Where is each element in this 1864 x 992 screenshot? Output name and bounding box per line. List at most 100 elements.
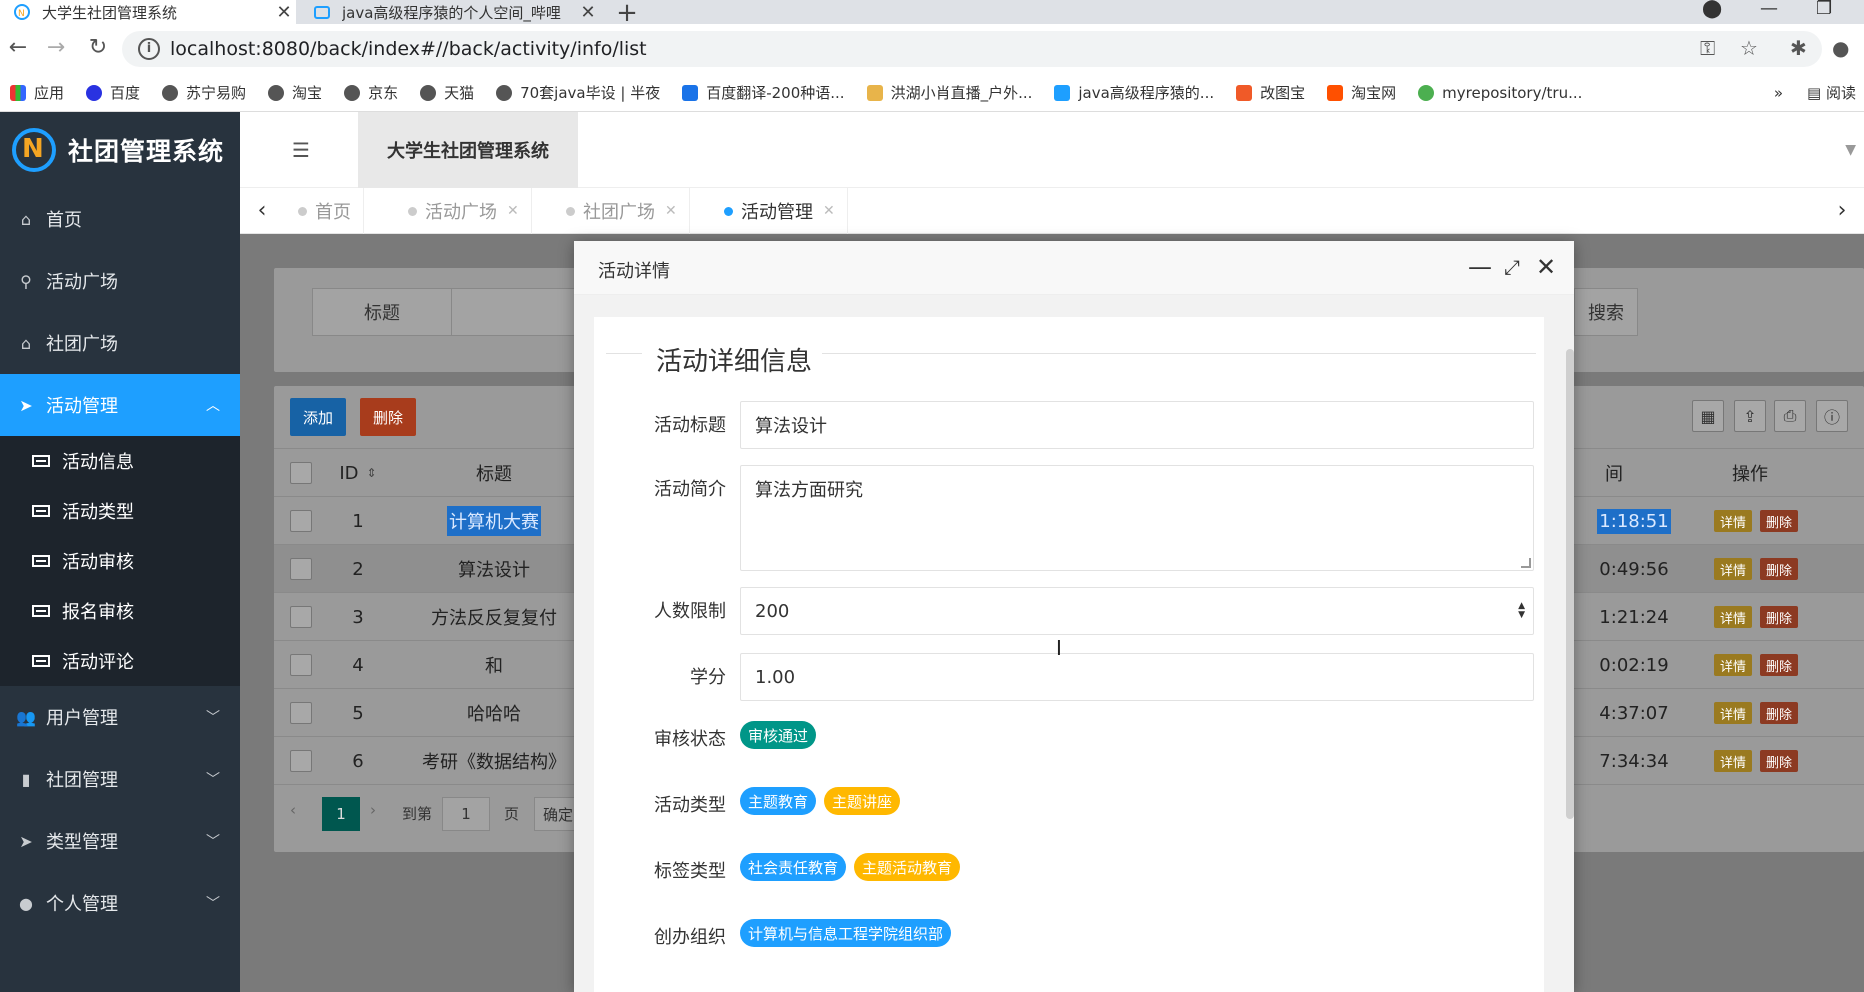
row-checkbox[interactable] bbox=[290, 510, 312, 532]
sidebar-item-activity-square[interactable]: ⚲ 活动广场 bbox=[0, 250, 240, 312]
bookmark-star-icon[interactable]: ☆ bbox=[1740, 36, 1758, 60]
bookmark-item[interactable]: 百度翻译-200种语... bbox=[682, 82, 845, 103]
modal-scrollbar[interactable] bbox=[1566, 349, 1574, 819]
intro-textarea[interactable]: 算法方面研究 bbox=[740, 465, 1534, 571]
bookmark-item[interactable]: 京东 bbox=[344, 82, 398, 103]
bookmark-item[interactable]: 天猫 bbox=[420, 82, 474, 103]
extensions-icon[interactable]: ✱ bbox=[1790, 36, 1807, 60]
detail-button[interactable]: 详情 bbox=[1713, 558, 1752, 580]
row-delete-button[interactable]: 删除 bbox=[1760, 558, 1799, 580]
header-title[interactable]: 大学生社团管理系统 bbox=[358, 112, 578, 188]
row-delete-button[interactable]: 删除 bbox=[1760, 606, 1799, 628]
bookmark-item[interactable]: 洪湖小肖直播_户外... bbox=[866, 82, 1032, 103]
search-button[interactable]: 搜索 bbox=[1574, 288, 1638, 336]
row-delete-button[interactable]: 删除 bbox=[1760, 654, 1799, 676]
sort-icon[interactable]: ⇕ bbox=[367, 466, 377, 480]
sidebar-item-activity-management[interactable]: ➤ 活动管理 ︿ bbox=[0, 374, 240, 436]
bookmark-item[interactable]: 淘宝 bbox=[268, 82, 322, 103]
account-icon[interactable]: ● bbox=[1832, 36, 1849, 60]
prev-page-icon[interactable]: ‹ bbox=[290, 801, 296, 819]
bookmark-item[interactable]: 百度 bbox=[86, 82, 140, 103]
close-tab-icon[interactable]: ✕ bbox=[576, 2, 600, 23]
sidebar-item-home[interactable]: ⌂ 首页 bbox=[0, 188, 240, 250]
address-bar[interactable]: i localhost:8080/back/index#//back/activ… bbox=[122, 31, 1822, 67]
minimize-icon[interactable]: — bbox=[1466, 253, 1494, 281]
tabs-prev-icon[interactable]: ‹ bbox=[242, 198, 282, 223]
bookmark-item[interactable]: 应用 bbox=[10, 82, 64, 103]
detail-button[interactable]: 详情 bbox=[1713, 510, 1752, 532]
sidebar-item-personal-management[interactable]: ● 个人管理 ﹀ bbox=[0, 872, 240, 934]
menu-toggle-icon[interactable]: ☰ bbox=[292, 138, 312, 162]
sidebar-item-user-management[interactable]: 👥 用户管理 ﹀ bbox=[0, 686, 240, 748]
close-icon[interactable]: ✕ bbox=[823, 203, 835, 219]
bookmark-item[interactable]: java高级程序猿的... bbox=[1054, 82, 1214, 103]
minimize-window-icon[interactable]: — bbox=[1760, 0, 1778, 19]
bookmark-item[interactable]: 淘宝网 bbox=[1327, 82, 1396, 103]
detail-button[interactable]: 详情 bbox=[1713, 750, 1752, 772]
delete-button[interactable]: 删除 bbox=[360, 398, 416, 436]
close-icon[interactable]: ✕ bbox=[1532, 253, 1560, 281]
sidebar-item-label: 活动管理 bbox=[46, 396, 118, 417]
next-page-icon[interactable]: › bbox=[370, 801, 376, 819]
row-delete-button[interactable]: 删除 bbox=[1760, 702, 1799, 724]
browser-tab[interactable]: java高级程序猿的个人空间_哔哩 ✕ bbox=[300, 0, 600, 24]
reload-icon[interactable]: ↻ bbox=[86, 36, 110, 60]
bookmark-item[interactable]: myrepository/tru... bbox=[1418, 84, 1582, 102]
title-input[interactable]: 算法设计 bbox=[740, 401, 1534, 449]
print-icon[interactable]: ⎙ bbox=[1774, 400, 1806, 432]
column-header-id[interactable]: ID ⇕ bbox=[328, 449, 388, 497]
row-checkbox[interactable] bbox=[290, 558, 312, 580]
browser-tab-active[interactable]: N 大学生社团管理系统 ✕ bbox=[0, 0, 296, 24]
number-spinner-icon[interactable]: ▲ ▼ bbox=[1518, 602, 1525, 620]
reading-list-button[interactable]: ▤ 阅读 bbox=[1807, 82, 1856, 103]
select-all-checkbox[interactable] bbox=[290, 462, 312, 484]
tab-activity-management[interactable]: 活动管理 ✕ bbox=[712, 188, 848, 234]
sidebar-item-club-square[interactable]: ⌂ 社团广场 bbox=[0, 312, 240, 374]
bookmarks-more-icon[interactable]: » bbox=[1774, 84, 1783, 102]
sidebar-subitem[interactable]: 活动信息 bbox=[0, 436, 240, 486]
columns-icon[interactable]: ▦ bbox=[1692, 400, 1724, 432]
bookmark-item[interactable]: 苏宁易购 bbox=[162, 82, 246, 103]
back-icon[interactable]: ← bbox=[6, 36, 30, 60]
sidebar-subitem[interactable]: 报名审核 bbox=[0, 586, 240, 636]
restore-window-icon[interactable]: ❐ bbox=[1816, 0, 1832, 19]
limit-number-input[interactable]: 200 ▲ ▼ bbox=[740, 587, 1534, 635]
tabs-next-icon[interactable]: › bbox=[1822, 198, 1862, 223]
detail-button[interactable]: 详情 bbox=[1713, 702, 1752, 724]
row-delete-button[interactable]: 删除 bbox=[1760, 750, 1799, 772]
site-info-icon[interactable]: i bbox=[138, 38, 160, 60]
tab-activity-square[interactable]: 活动广场 ✕ bbox=[396, 188, 532, 234]
forward-icon[interactable]: → bbox=[44, 36, 68, 60]
search-input[interactable] bbox=[452, 288, 592, 336]
row-checkbox[interactable] bbox=[290, 702, 312, 724]
sidebar-item-type-management[interactable]: ➤ 类型管理 ﹀ bbox=[0, 810, 240, 872]
chevron-down-icon[interactable]: ▼ bbox=[1845, 142, 1856, 158]
detail-button[interactable]: 详情 bbox=[1713, 654, 1752, 676]
export-icon[interactable]: ⇪ bbox=[1734, 400, 1766, 432]
sidebar-item-club-management[interactable]: ▮ 社团管理 ﹀ bbox=[0, 748, 240, 810]
credit-input[interactable]: 1.00 bbox=[740, 653, 1534, 701]
sidebar-subitem[interactable]: 活动评论 bbox=[0, 636, 240, 686]
close-icon[interactable]: ✕ bbox=[507, 203, 519, 219]
tab-home[interactable]: 首页 bbox=[286, 188, 364, 234]
profile-icon[interactable]: ⬤ bbox=[1702, 0, 1722, 19]
resize-handle-icon[interactable] bbox=[1521, 558, 1531, 568]
sidebar-subitem[interactable]: 活动类型 bbox=[0, 486, 240, 536]
page-current[interactable]: 1 bbox=[322, 797, 360, 831]
close-tab-icon[interactable]: ✕ bbox=[272, 2, 296, 23]
key-icon[interactable]: ⚿ bbox=[1700, 36, 1715, 60]
info-icon[interactable]: ⓘ bbox=[1816, 400, 1848, 432]
detail-button[interactable]: 详情 bbox=[1713, 606, 1752, 628]
row-checkbox[interactable] bbox=[290, 750, 312, 772]
tab-club-square[interactable]: 社团广场 ✕ bbox=[554, 188, 690, 234]
row-delete-button[interactable]: 删除 bbox=[1760, 510, 1799, 532]
maximize-icon[interactable]: ⤢ bbox=[1498, 255, 1526, 279]
row-checkbox[interactable] bbox=[290, 654, 312, 676]
row-checkbox[interactable] bbox=[290, 606, 312, 628]
close-icon[interactable]: ✕ bbox=[665, 203, 677, 219]
bookmark-item[interactable]: 70套java毕设 | 半夜 bbox=[496, 82, 660, 103]
sidebar-subitem[interactable]: 活动审核 bbox=[0, 536, 240, 586]
goto-page-input[interactable]: 1 bbox=[442, 797, 490, 831]
add-button[interactable]: 添加 bbox=[290, 398, 346, 436]
bookmark-item[interactable]: 改图宝 bbox=[1236, 82, 1305, 103]
